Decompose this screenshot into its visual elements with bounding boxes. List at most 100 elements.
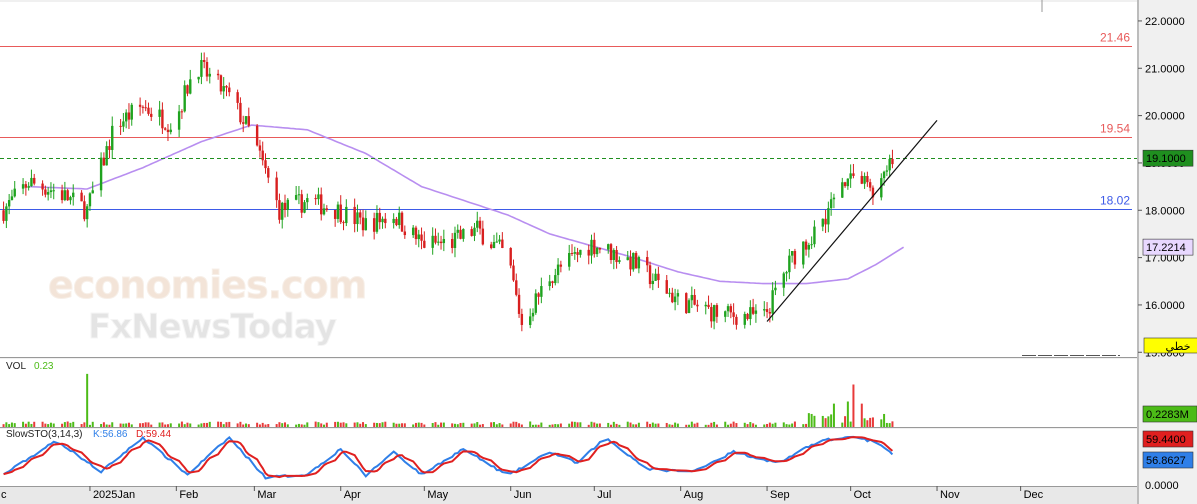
volume-bar [551,424,554,427]
candle-body [239,102,242,123]
volume-bar [281,423,284,427]
date-axis-label: Oct [854,489,871,501]
candle-body [768,311,772,314]
candle-body [568,252,571,267]
volume-bar [178,423,181,427]
candle-body [673,296,677,303]
level-label: 18.02 [1100,194,1130,208]
candle-body [339,204,342,223]
date-axis-label: Nov [940,489,960,501]
candle-body [615,249,618,263]
candle-body [637,257,641,269]
candle-body [228,87,231,93]
candle-body [392,218,395,224]
candle-body [827,208,830,225]
volume-bar [637,422,640,427]
volume-bar [559,423,562,427]
volume-bar [334,421,337,427]
candle-body [520,313,524,325]
candle-body [668,292,671,294]
candle-body [517,294,521,314]
volume-bar [384,421,387,427]
volume-bar [849,421,852,427]
volume-bar [49,422,52,427]
candle-body [726,306,730,312]
candle-body [590,239,593,256]
candle-body [882,171,886,179]
volume-bar [440,422,443,427]
candle-body [247,116,250,126]
candle-body [810,244,813,246]
candle-body [202,60,206,62]
volume-bar [52,423,55,427]
volume-bar [412,424,415,427]
candle-body [378,212,381,223]
candle-body [150,113,153,117]
date-axis-label: Jul [597,489,611,501]
candle-body [829,199,833,209]
volume-bar [225,422,228,427]
candle-body [866,176,869,183]
volume-bar [693,423,696,427]
candle-body [442,239,446,244]
candle-body [860,175,863,184]
volume-bar [102,422,105,427]
volume-bar [164,424,167,427]
date-axis-label: Dec [1024,489,1044,501]
candle-body [180,111,184,113]
volume-bar [746,424,749,427]
candle-body [403,231,407,236]
volume-bar [579,422,582,427]
volume-bar [141,423,144,427]
volume-bar [72,421,75,427]
candle-body [414,227,418,240]
volume-axis-label: 0.2283M [1146,409,1189,421]
volume-bar [63,422,66,427]
candle-body [63,190,67,201]
candle-body [163,128,167,130]
candle-body [372,218,376,232]
volume-bar [437,424,440,427]
volume-bar [239,421,242,427]
candle-body [763,309,766,311]
candle-body [122,121,125,127]
candle-body [807,244,811,250]
candle-body [169,129,172,133]
candle-body [888,158,891,171]
volume-bar [303,424,306,427]
volume-bar [676,423,679,427]
volume-bar [729,423,732,427]
candle-body [124,112,128,122]
candle-body [612,249,616,261]
volume-bar [24,423,27,427]
volume-bar [169,423,172,427]
candle-body [219,75,223,92]
volume-bar [314,421,317,427]
candle-body [283,202,287,210]
candle-body [420,234,423,241]
volume-bar [735,423,738,427]
candle-body [687,300,691,314]
candle-body [317,194,320,200]
volume-bar [665,422,668,427]
price-axis-label: 16.0000 [1145,300,1185,312]
volume-bar [47,424,50,427]
candle-body [320,194,323,215]
volume-bar [91,421,94,427]
candle-body [439,241,443,244]
candle-body [314,198,317,200]
candle-body [261,150,264,161]
candle-body [846,178,850,187]
volume-bar [754,424,757,427]
candle-body [297,194,301,196]
volume-bar [554,424,557,427]
candle-body [205,61,209,77]
candle-body [712,305,716,322]
volume-bar [10,422,13,427]
volume-bar [557,424,560,427]
volume-bar [111,422,114,427]
volume-label: VOL [6,361,26,372]
watermark-economies: economies.com [48,263,366,307]
candle-body [60,190,64,201]
volume-bar [295,424,298,427]
